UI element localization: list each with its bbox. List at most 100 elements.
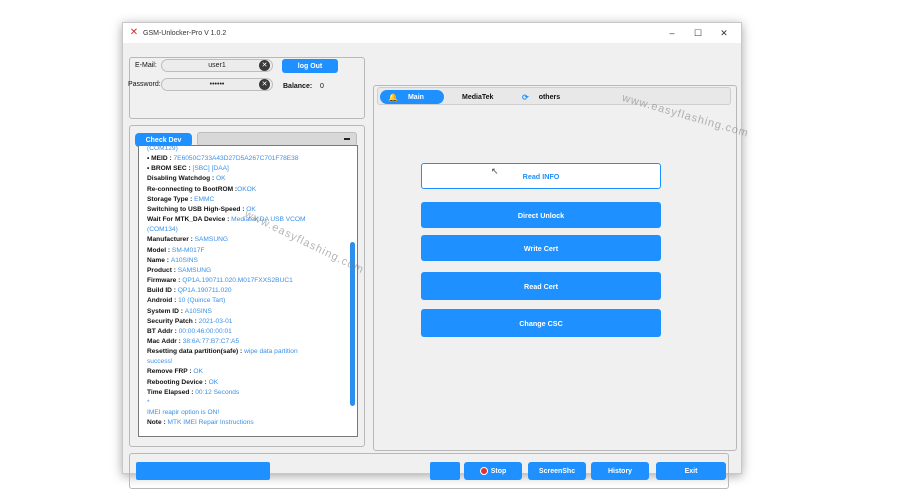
log-key: Resetting data partition(safe) :: [147, 348, 245, 356]
password-value: ••••••: [209, 81, 225, 88]
log-key: BT Addr :: [147, 327, 179, 335]
password-label: Password:: [128, 81, 161, 88]
close-button[interactable]: ✕: [711, 23, 737, 43]
log-value: 7E6050C733A43D27D5A267C701F78E38: [173, 155, 299, 163]
read-cert-button[interactable]: Read Cert: [421, 272, 661, 300]
title-bar: ✕ GSM-Unlocker-Pro V 1.0.2 – ☐ ✕: [123, 23, 741, 43]
log-line: (COM129): [147, 145, 347, 154]
log-key: Firmware :: [147, 277, 183, 285]
log-value: MTK IMEI Repair Instructions: [167, 419, 254, 427]
log-value: (COM134): [147, 226, 178, 234]
log-line: (COM134): [147, 225, 347, 235]
tab-main-label: Main: [407, 93, 424, 101]
log-value: 10 (Quince Tart): [178, 297, 226, 305]
tab-others[interactable]: ⟳ others: [522, 90, 592, 104]
dropdown-handle-icon: [344, 138, 350, 140]
log-key: Note :: [147, 419, 168, 427]
log-line: System ID : A10SINS: [147, 307, 347, 317]
log-value: SAMSUNG: [177, 266, 212, 274]
screenshot-button[interactable]: ScreenShc: [528, 462, 586, 480]
tab-bar: 🔔 Main MediaTek ⟳ others: [377, 87, 731, 105]
log-line: Mac Addr : 38:6A:77:B7:C7:A5: [147, 337, 347, 347]
log-key: Security Patch :: [147, 317, 199, 325]
logout-button[interactable]: log Out: [282, 59, 338, 73]
log-value: *: [147, 398, 150, 406]
balance-label: Balance:: [283, 83, 313, 90]
log-value: A10SINS: [184, 307, 212, 315]
refresh-icon: ⟳: [522, 92, 529, 102]
log-line: BT Addr : 00:00:46:00:00:01: [147, 327, 347, 337]
log-value: OK: [208, 378, 219, 386]
log-value: 38:6A:77:B7:C7:A5: [182, 337, 240, 345]
exit-button[interactable]: Exit: [656, 462, 726, 480]
log-value: SM-M017F: [171, 246, 205, 254]
log-line: • BROM SEC : [SBC] [DAA]: [147, 164, 347, 174]
email-field[interactable]: user1: [161, 59, 273, 72]
log-key: Disabling Watchdog :: [147, 175, 216, 183]
read-info-button[interactable]: Read INFO: [421, 163, 661, 189]
log-value: SAMSUNG: [194, 236, 228, 244]
log-key: Storage Type :: [147, 195, 195, 203]
log-key: Product :: [147, 266, 178, 274]
progress-bar: [136, 462, 270, 480]
progress-bar-secondary: [430, 462, 460, 480]
log-output[interactable]: (COM129) • MEID : 7E6050C733A43D27D5A267C…: [138, 145, 358, 437]
log-line: Security Patch : 2021-03-01: [147, 317, 347, 327]
log-line: *: [147, 398, 347, 408]
log-value: OK: [216, 175, 226, 183]
password-field[interactable]: ••••••: [161, 78, 273, 91]
log-lines: (COM129) • MEID : 7E6050C733A43D27D5A267C…: [147, 145, 347, 428]
log-key: Wait For MTK_DA Device :: [147, 216, 232, 224]
log-scrollbar[interactable]: [350, 150, 355, 434]
log-key: Re-connecting to BootROM :: [147, 185, 238, 193]
bell-icon: 🔔: [388, 92, 398, 102]
write-cert-button[interactable]: Write Cert: [421, 235, 661, 261]
log-line: Build ID : QP1A.190711.020: [147, 286, 347, 296]
clear-password-icon[interactable]: ✕: [259, 79, 270, 90]
log-line: Remove FRP : OK: [147, 367, 347, 377]
log-value: 2021-03-01: [198, 317, 233, 325]
log-value: (COM129): [147, 145, 178, 152]
main-panel: [373, 85, 737, 451]
log-key: Time Elapsed :: [147, 388, 196, 396]
history-button[interactable]: History: [591, 462, 649, 480]
log-value: 00:12 Seconds: [195, 388, 240, 396]
log-value: QP1A.190711.020: [177, 287, 232, 295]
log-key: Model :: [147, 246, 172, 254]
log-key: Rebooting Device :: [147, 378, 209, 386]
change-csc-button[interactable]: Change CSC: [421, 309, 661, 337]
log-line: Product : SAMSUNG: [147, 266, 347, 276]
maximize-button[interactable]: ☐: [685, 23, 711, 43]
log-line: success!: [147, 357, 347, 367]
log-line: Note : MTK IMEI Repair Instructions: [147, 418, 347, 428]
log-line: Firmware : QP1A.190711.020.M017FXXS2BUC1: [147, 276, 347, 286]
minimize-button[interactable]: –: [659, 23, 685, 43]
log-value: OK: [193, 368, 203, 376]
log-line: • MEID : 7E6050C733A43D27D5A267C701F78E3…: [147, 154, 347, 164]
log-value: success!: [147, 358, 173, 366]
tab-mediatek[interactable]: MediaTek: [462, 90, 522, 104]
log-line: Name : A10SINS: [147, 256, 347, 266]
stop-button[interactable]: Stop: [464, 462, 522, 480]
log-value: QP1A.190711.020.M017FXXS2BUC1: [182, 277, 293, 285]
window-title: GSM-Unlocker-Pro V 1.0.2: [143, 29, 227, 37]
log-line: Time Elapsed : 00:12 Seconds: [147, 388, 347, 398]
device-dropdown[interactable]: [197, 132, 357, 146]
log-line: Storage Type : EMMC: [147, 195, 347, 205]
app-icon: ✕: [129, 27, 139, 38]
log-line: Re-connecting to BootROM :OKOK: [147, 185, 347, 195]
log-key: System ID :: [147, 307, 185, 315]
tab-others-label: others: [538, 93, 561, 101]
stop-label: Stop: [490, 467, 507, 475]
clear-email-icon[interactable]: ✕: [259, 60, 270, 71]
tab-main[interactable]: 🔔 Main: [380, 90, 444, 104]
log-value: IMEI reapir option is ON!: [147, 409, 220, 417]
direct-unlock-button[interactable]: Direct Unlock: [421, 202, 661, 228]
balance-value: 0: [320, 83, 324, 90]
mouse-cursor-icon: ↖: [491, 166, 499, 176]
log-key: Name :: [147, 256, 171, 264]
log-value: wipe data partition: [244, 348, 298, 356]
log-value: 00:00:46:00:00:01: [178, 327, 232, 335]
log-key: Manufacturer :: [147, 236, 195, 244]
log-value: [SBC] [DAA]: [192, 165, 229, 173]
